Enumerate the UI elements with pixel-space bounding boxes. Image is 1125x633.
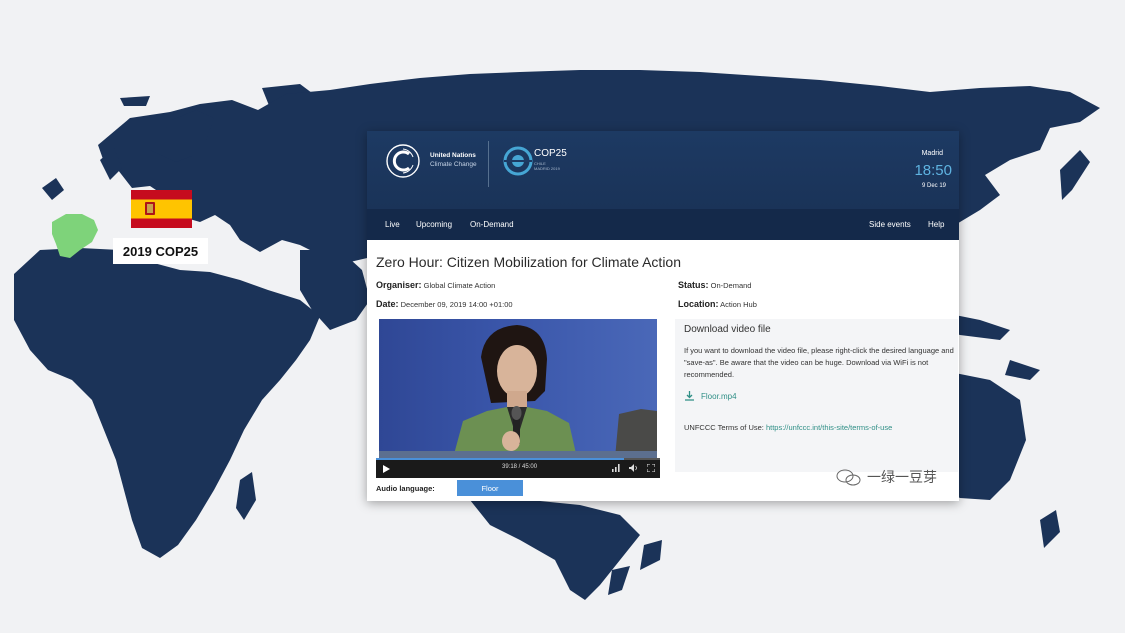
download-instructions: If you want to download the video file, … xyxy=(684,346,954,379)
volume-icon[interactable] xyxy=(629,464,638,472)
download-icon xyxy=(685,391,694,401)
session-window: United Nations Climate Change COP25 CHIL… xyxy=(367,131,959,501)
player-controls: 39:18 / 45:00 xyxy=(376,458,660,478)
nav-help[interactable]: Help xyxy=(928,220,944,229)
fullscreen-icon[interactable] xyxy=(647,464,655,472)
watermark-text: 一绿一豆芽 xyxy=(867,469,937,485)
video-player[interactable] xyxy=(379,319,657,458)
terms-label: UNFCCC Terms of Use: xyxy=(684,423,764,432)
location-value: Action Hub xyxy=(720,300,757,309)
local-date: 9 Dec 19 xyxy=(921,183,946,189)
progress-fill xyxy=(376,458,624,460)
un-org-text: United Nations Climate Change xyxy=(430,151,477,169)
cop25-title: COP25 xyxy=(534,148,567,159)
status-row: Status: On-Demand xyxy=(678,280,751,290)
status-value: On-Demand xyxy=(710,281,752,290)
download-heading: Download video file xyxy=(684,324,771,335)
speaker-frame xyxy=(379,325,657,458)
cop25-sub-line2: MADRID 2019 xyxy=(534,166,560,171)
cop-label: 2019 COP25 xyxy=(113,238,208,264)
nav-on-demand[interactable]: On-Demand xyxy=(470,220,514,229)
organiser-row: Organiser: Global Climate Action xyxy=(376,280,495,290)
session-content: Zero Hour: Citizen Mobilization for Clim… xyxy=(367,240,959,501)
header-divider xyxy=(488,141,489,187)
org-line1: United Nations xyxy=(430,152,476,159)
terms-link[interactable]: https://unfccc.int/this-site/terms-of-us… xyxy=(766,423,892,432)
org-line2: Climate Change xyxy=(430,161,477,168)
player-time: 39:18 / 45:00 xyxy=(502,464,538,470)
main-nav: Live Upcoming On-Demand Side events Help xyxy=(367,209,959,240)
floor-audio-button[interactable]: Floor xyxy=(457,480,523,496)
date-label: Date: xyxy=(376,299,399,309)
progress-track[interactable] xyxy=(376,458,660,460)
cop25-logo-icon xyxy=(503,146,533,176)
un-climate-logo-icon xyxy=(386,144,420,178)
session-title: Zero Hour: Citizen Mobilization for Clim… xyxy=(376,254,682,270)
download-panel: Download video file If you want to downl… xyxy=(675,319,958,472)
nav-side-events[interactable]: Side events xyxy=(869,220,911,229)
nav-upcoming[interactable]: Upcoming xyxy=(416,220,452,229)
location-label: Location: xyxy=(678,299,719,309)
date-row: Date: December 09, 2019 14:00 +01:00 xyxy=(376,299,513,309)
organiser-value: Global Climate Action xyxy=(423,281,496,290)
play-icon[interactable] xyxy=(383,465,390,473)
date-value: December 09, 2019 14:00 +01:00 xyxy=(400,300,513,309)
quality-icon[interactable] xyxy=(612,464,620,472)
status-label: Status: xyxy=(678,280,709,290)
terms-row: UNFCCC Terms of Use: https://unfccc.int/… xyxy=(684,423,892,432)
cop25-subtitle: CHILE MADRID 2019 xyxy=(534,161,560,171)
local-time: 18:50 xyxy=(914,162,952,179)
site-header: United Nations Climate Change COP25 CHIL… xyxy=(367,131,959,209)
location-row: Location: Action Hub xyxy=(678,299,757,309)
nav-live[interactable]: Live xyxy=(385,220,400,229)
spain-flag-icon xyxy=(131,190,192,228)
audio-language-label: Audio language: xyxy=(376,484,435,493)
city-name: Madrid xyxy=(921,150,943,157)
floor-mp4-link[interactable]: Floor.mp4 xyxy=(701,392,737,401)
organiser-label: Organiser: xyxy=(376,280,422,290)
